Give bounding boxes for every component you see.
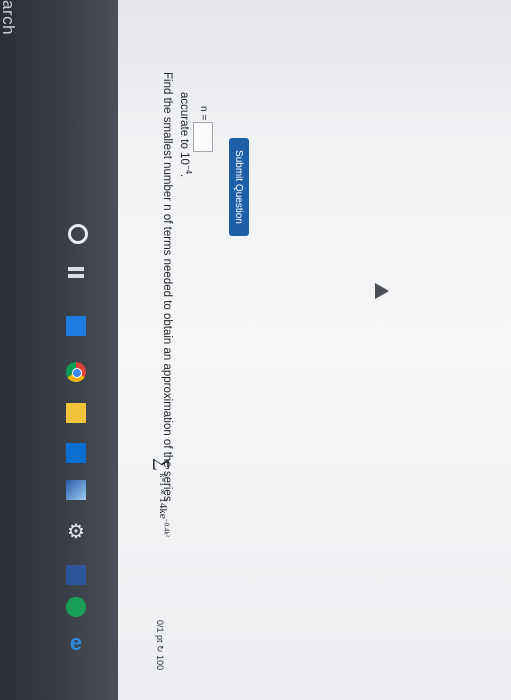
submit-question-button[interactable]: Submit Question [229, 138, 249, 236]
accuracy-exponent: −4 [184, 164, 193, 175]
word-icon[interactable] [66, 565, 86, 585]
series-term: 14ke [156, 497, 169, 519]
mouse-cursor-icon [375, 283, 389, 299]
mail-icon[interactable] [66, 316, 86, 336]
series-exponent: −0.4k² [162, 518, 171, 537]
question-panel: Find the smallest number n of terms need… [118, 0, 511, 700]
question-text: Find the smallest number n of terms need… [161, 72, 173, 502]
series-upper-bound: ∞ [157, 488, 167, 495]
points-indicator: 0/1 pt ↻ 100 [155, 620, 165, 671]
taskbar-search-text[interactable]: arch [0, 0, 18, 35]
phone-icon[interactable] [66, 597, 86, 617]
accuracy-base: accurate to 10 [178, 92, 191, 165]
edge-icon[interactable]: e [66, 632, 86, 654]
task-view-icon[interactable] [66, 265, 86, 285]
file-explorer-icon[interactable] [66, 403, 86, 423]
windows-taskbar: arch ⚙ e [0, 0, 118, 700]
accuracy-text: accurate to 10−4. [178, 92, 193, 177]
series-expression: ∑ k=1 ∞ 14ke−0.4k² [152, 458, 173, 537]
photos-icon[interactable] [66, 480, 86, 500]
browser-content: Find the smallest number n of terms need… [118, 0, 511, 700]
answer-label: n = [198, 106, 209, 121]
sigma-symbol: ∑ [153, 458, 173, 471]
settings-icon[interactable]: ⚙ [66, 522, 86, 542]
accuracy-dot: . [178, 174, 191, 178]
store-icon[interactable] [66, 443, 86, 463]
cortana-icon[interactable] [68, 224, 88, 244]
chrome-icon[interactable] [66, 362, 86, 382]
series-lower-bound: k=1 [157, 473, 167, 487]
answer-input[interactable] [193, 122, 213, 152]
